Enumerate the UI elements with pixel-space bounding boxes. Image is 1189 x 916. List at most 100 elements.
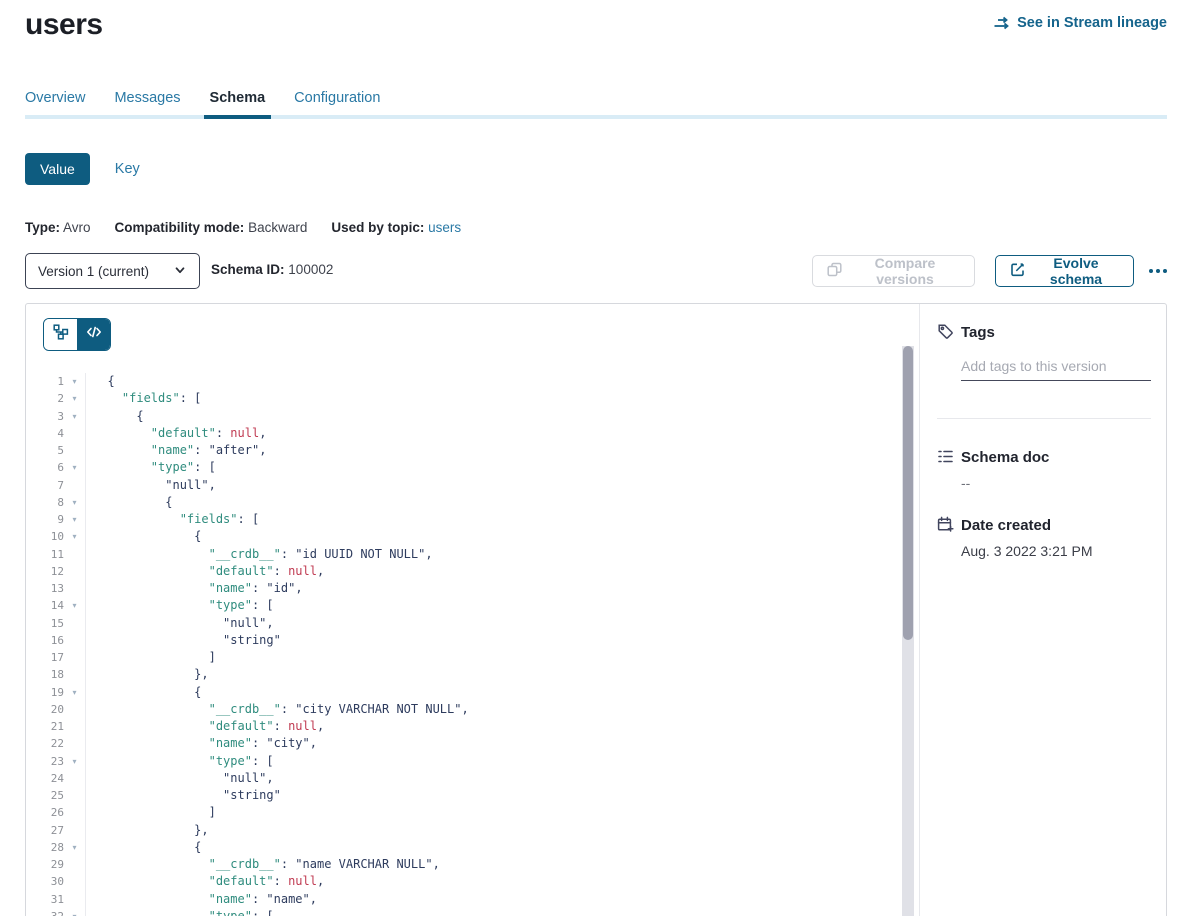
code-line: 19▾ { [26,684,894,701]
evolve-schema-button[interactable]: Evolve schema [995,255,1134,287]
value-toggle-button[interactable]: Value [25,153,90,185]
code-text: ] [85,649,216,666]
tags-heading: Tags [961,324,995,341]
code-view-icon [86,324,102,345]
fold-arrow-icon[interactable]: ▾ [64,373,85,390]
schema-id-value: 100002 [288,262,333,277]
code-text: "__crdb__": "name VARCHAR NULL", [85,856,440,873]
type-value: Avro [63,220,91,235]
code-text: "type": [ [85,908,274,916]
line-number: 13 [26,580,64,597]
value-key-toggle: Value Key [25,153,140,185]
code-text: "__crdb__": "city VARCHAR NOT NULL", [85,701,469,718]
code-text: "name": "id", [85,580,303,597]
fold-arrow-icon[interactable]: ▾ [64,511,85,528]
code-line: 6▾ "type": [ [26,459,894,476]
date-created-value: Aug. 3 2022 3:21 PM [961,543,1093,559]
line-number: 22 [26,735,64,752]
code-text: "fields": [ [85,390,201,407]
code-text: "type": [ [85,597,274,614]
schema-doc-value: -- [961,475,970,491]
code-line: 11 "__crdb__": "id UUID NOT NULL", [26,546,894,563]
fold-arrow-icon[interactable]: ▾ [64,839,85,856]
code-text: { [85,494,172,511]
code-line: 30 "default": null, [26,873,894,890]
schema-code-editor[interactable]: 1▾ {2▾ "fields": [3▾ {4 "default": null,… [26,373,894,916]
tab-configuration[interactable]: Configuration [294,89,380,115]
fold-arrow-icon[interactable]: ▾ [64,528,85,545]
evolve-schema-label: Evolve schema [1033,255,1119,287]
code-line: 3▾ { [26,408,894,425]
editor-scrollbar-thumb[interactable] [903,346,913,640]
code-line: 8▾ { [26,494,894,511]
code-line: 17 ] [26,649,894,666]
topic-label: Used by topic: [331,220,424,235]
code-line: 4 "default": null, [26,425,894,442]
fold-arrow-icon[interactable]: ▾ [64,494,85,511]
code-text: "default": null, [85,563,324,580]
code-line: 9▾ "fields": [ [26,511,894,528]
line-number: 2 [26,390,64,407]
code-line: 32▾ "type": [ [26,908,894,916]
code-line: 21 "default": null, [26,718,894,735]
schema-type: Type: Avro [25,220,91,235]
fold-arrow-icon[interactable]: ▾ [64,390,85,407]
line-number: 17 [26,649,64,666]
code-view-button[interactable] [77,319,110,350]
code-text: "type": [ [85,753,274,770]
fold-arrow-icon[interactable]: ▾ [64,908,85,916]
line-number: 31 [26,891,64,908]
code-text: "default": null, [85,873,324,890]
code-text: "name": "name", [85,891,317,908]
version-select-value: Version 1 (current) [38,264,173,279]
code-line: 20 "__crdb__": "city VARCHAR NOT NULL", [26,701,894,718]
schema-id-label: Schema ID: [211,262,285,277]
code-text: "default": null, [85,425,266,442]
date-created-heading: Date created [961,517,1051,534]
fold-arrow-icon[interactable]: ▾ [64,459,85,476]
code-text: { [85,684,201,701]
type-label: Type: [25,220,60,235]
schema-doc-icon [937,448,954,470]
fold-arrow-icon[interactable]: ▾ [64,408,85,425]
code-text: "string" [85,632,281,649]
code-text: "default": null, [85,718,324,735]
fold-arrow-icon[interactable]: ▾ [64,684,85,701]
tab-messages[interactable]: Messages [114,89,180,115]
line-number: 9 [26,511,64,528]
compare-versions-button[interactable]: Compare versions [812,255,975,287]
fold-arrow-icon[interactable]: ▾ [64,753,85,770]
line-number: 1 [26,373,64,390]
code-line: 14▾ "type": [ [26,597,894,614]
topic-link[interactable]: users [428,220,461,235]
line-number: 27 [26,822,64,839]
code-line: 18 }, [26,666,894,683]
tree-view-button[interactable] [44,319,77,350]
line-number: 24 [26,770,64,787]
code-text: "null", [85,770,274,787]
line-number: 15 [26,615,64,632]
chevron-down-icon [173,263,187,280]
add-tags-input[interactable] [961,356,1151,381]
code-lines: 1▾ {2▾ "fields": [3▾ {4 "default": null,… [26,373,894,916]
code-line: 1▾ { [26,373,894,390]
key-toggle-button[interactable]: Key [115,161,140,177]
version-select[interactable]: Version 1 (current) [25,253,200,289]
code-text: { [85,408,144,425]
tab-overview[interactable]: Overview [25,89,85,115]
used-by-topic: Used by topic: users [331,220,461,235]
code-line: 7 "null", [26,477,894,494]
see-in-stream-lineage-link[interactable]: See in Stream lineage [993,15,1167,31]
line-number: 26 [26,804,64,821]
fold-arrow-icon[interactable]: ▾ [64,597,85,614]
schema-panel: 1▾ {2▾ "fields": [3▾ {4 "default": null,… [25,303,1167,916]
schema-id: Schema ID: 100002 [211,262,333,277]
tab-schema[interactable]: Schema [210,89,266,115]
code-line: 5 "name": "after", [26,442,894,459]
calendar-plus-icon [937,516,954,538]
code-line: 23▾ "type": [ [26,753,894,770]
code-line: 13 "name": "id", [26,580,894,597]
more-options-button[interactable] [1145,263,1171,279]
line-number: 32 [26,908,64,916]
code-text: "string" [85,787,281,804]
